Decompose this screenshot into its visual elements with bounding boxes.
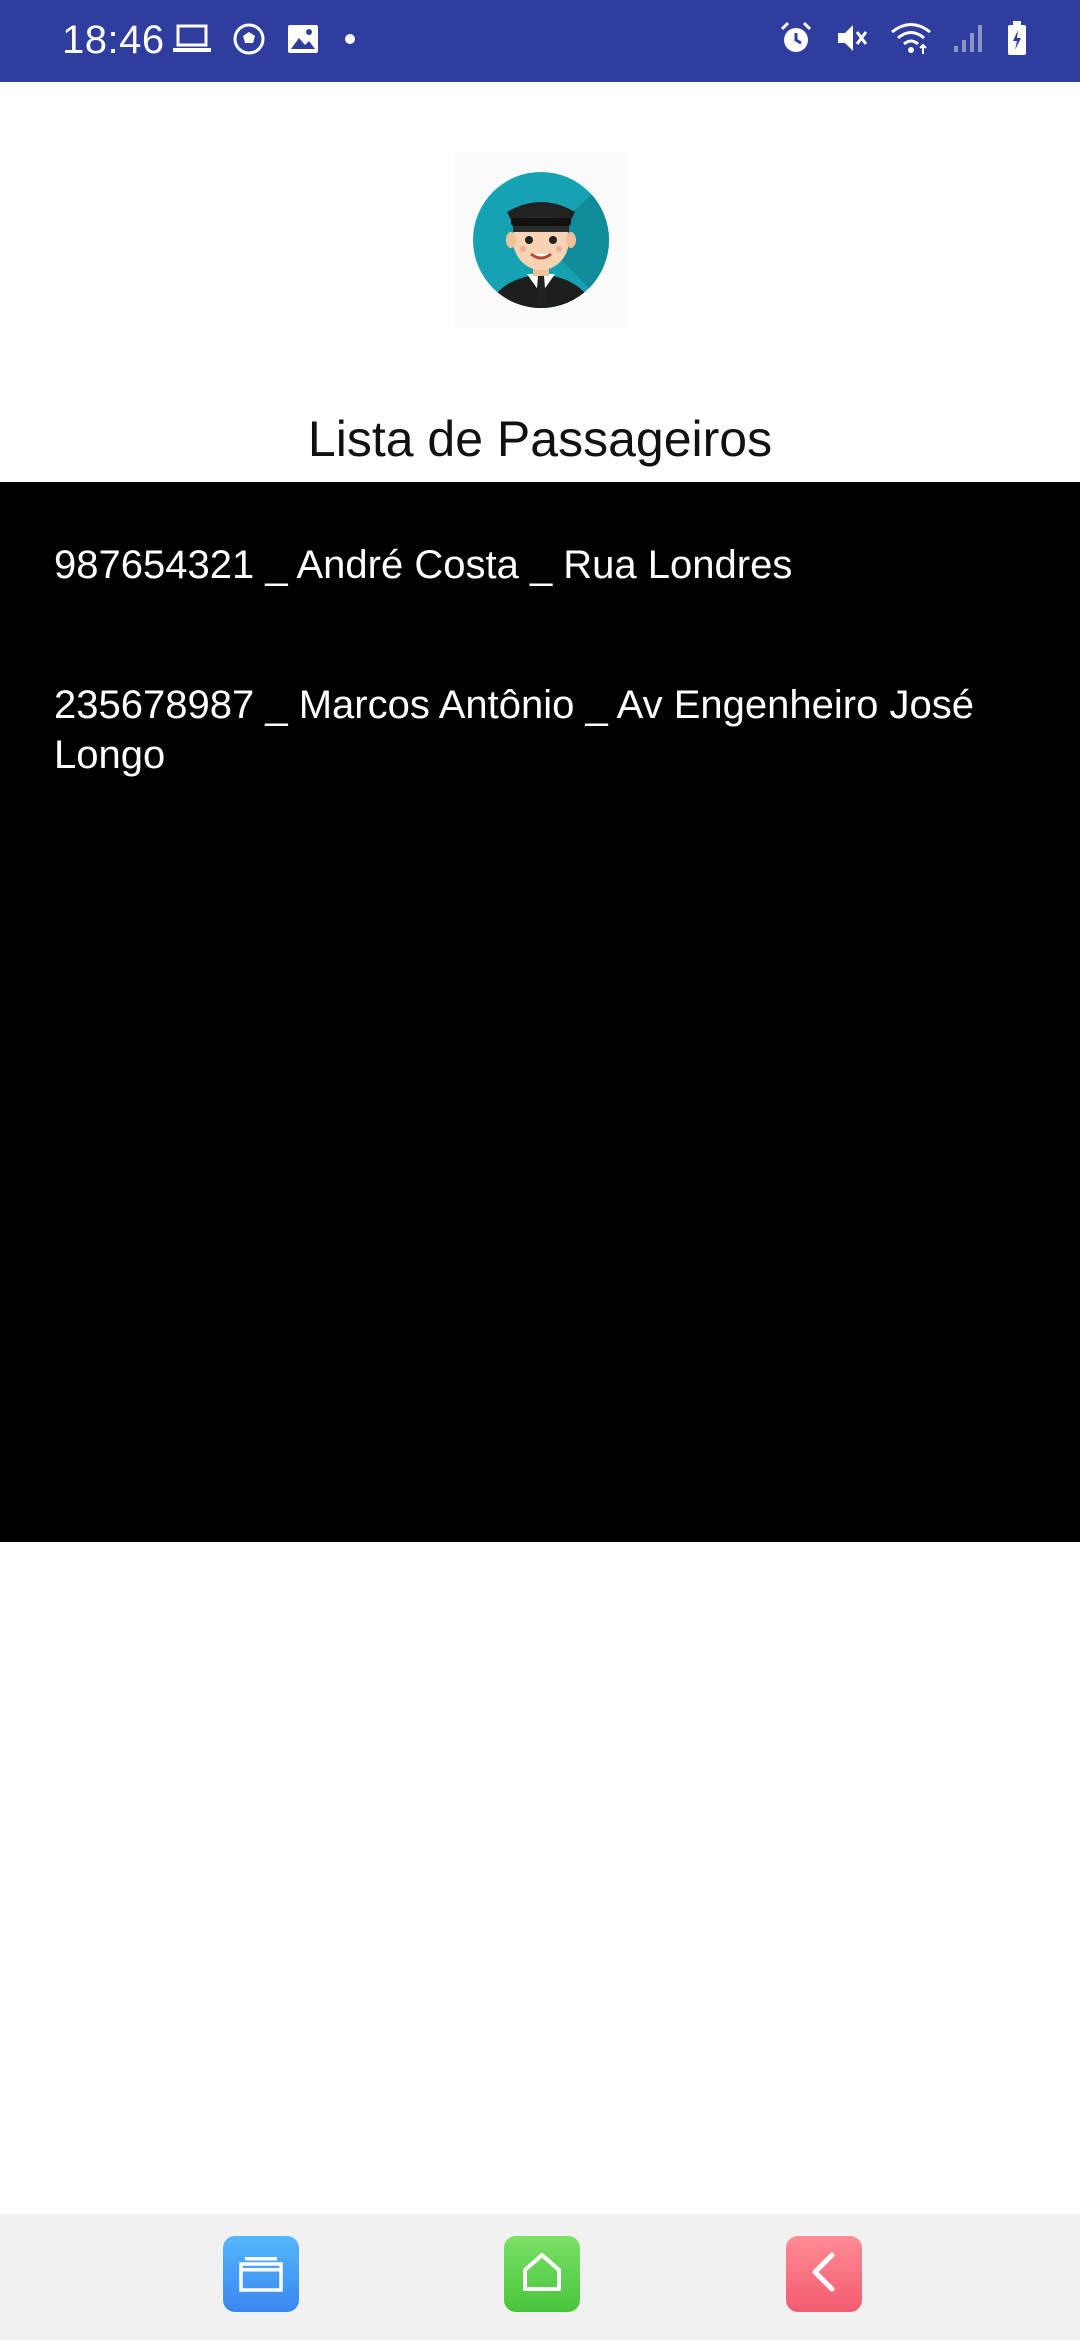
mute-icon — [834, 20, 870, 56]
driver-avatar-icon — [455, 154, 627, 326]
status-bar: 18:46 — [0, 0, 1080, 82]
soccer-ball-icon — [232, 22, 266, 56]
back-button[interactable] — [786, 2236, 862, 2312]
status-left-icons — [172, 22, 360, 56]
page-title: Lista de Passageiros — [307, 411, 773, 467]
image-icon — [286, 23, 320, 55]
alarm-icon — [778, 20, 814, 56]
list-item[interactable]: 987654321 _ André Costa _ Rua Londres — [54, 540, 1034, 590]
home-icon — [520, 2250, 564, 2299]
navigation-bar — [0, 2214, 1080, 2340]
home-button[interactable] — [504, 2236, 580, 2312]
laptop-icon — [172, 24, 212, 54]
dot-icon — [340, 29, 360, 49]
signal-icon — [952, 22, 986, 54]
status-time: 18:46 — [62, 18, 165, 62]
recents-icon — [238, 2252, 284, 2297]
recents-button[interactable] — [223, 2236, 299, 2312]
list-item[interactable]: 235678987 _ Marcos Antônio _ Av Engenhei… — [54, 680, 1034, 780]
status-right-icons — [778, 20, 1028, 56]
battery-charging-icon — [1006, 20, 1028, 56]
passenger-list[interactable]: 987654321 _ André Costa _ Rua Londres 23… — [0, 482, 1080, 1542]
wifi-icon — [890, 21, 932, 55]
back-icon — [804, 2250, 844, 2299]
